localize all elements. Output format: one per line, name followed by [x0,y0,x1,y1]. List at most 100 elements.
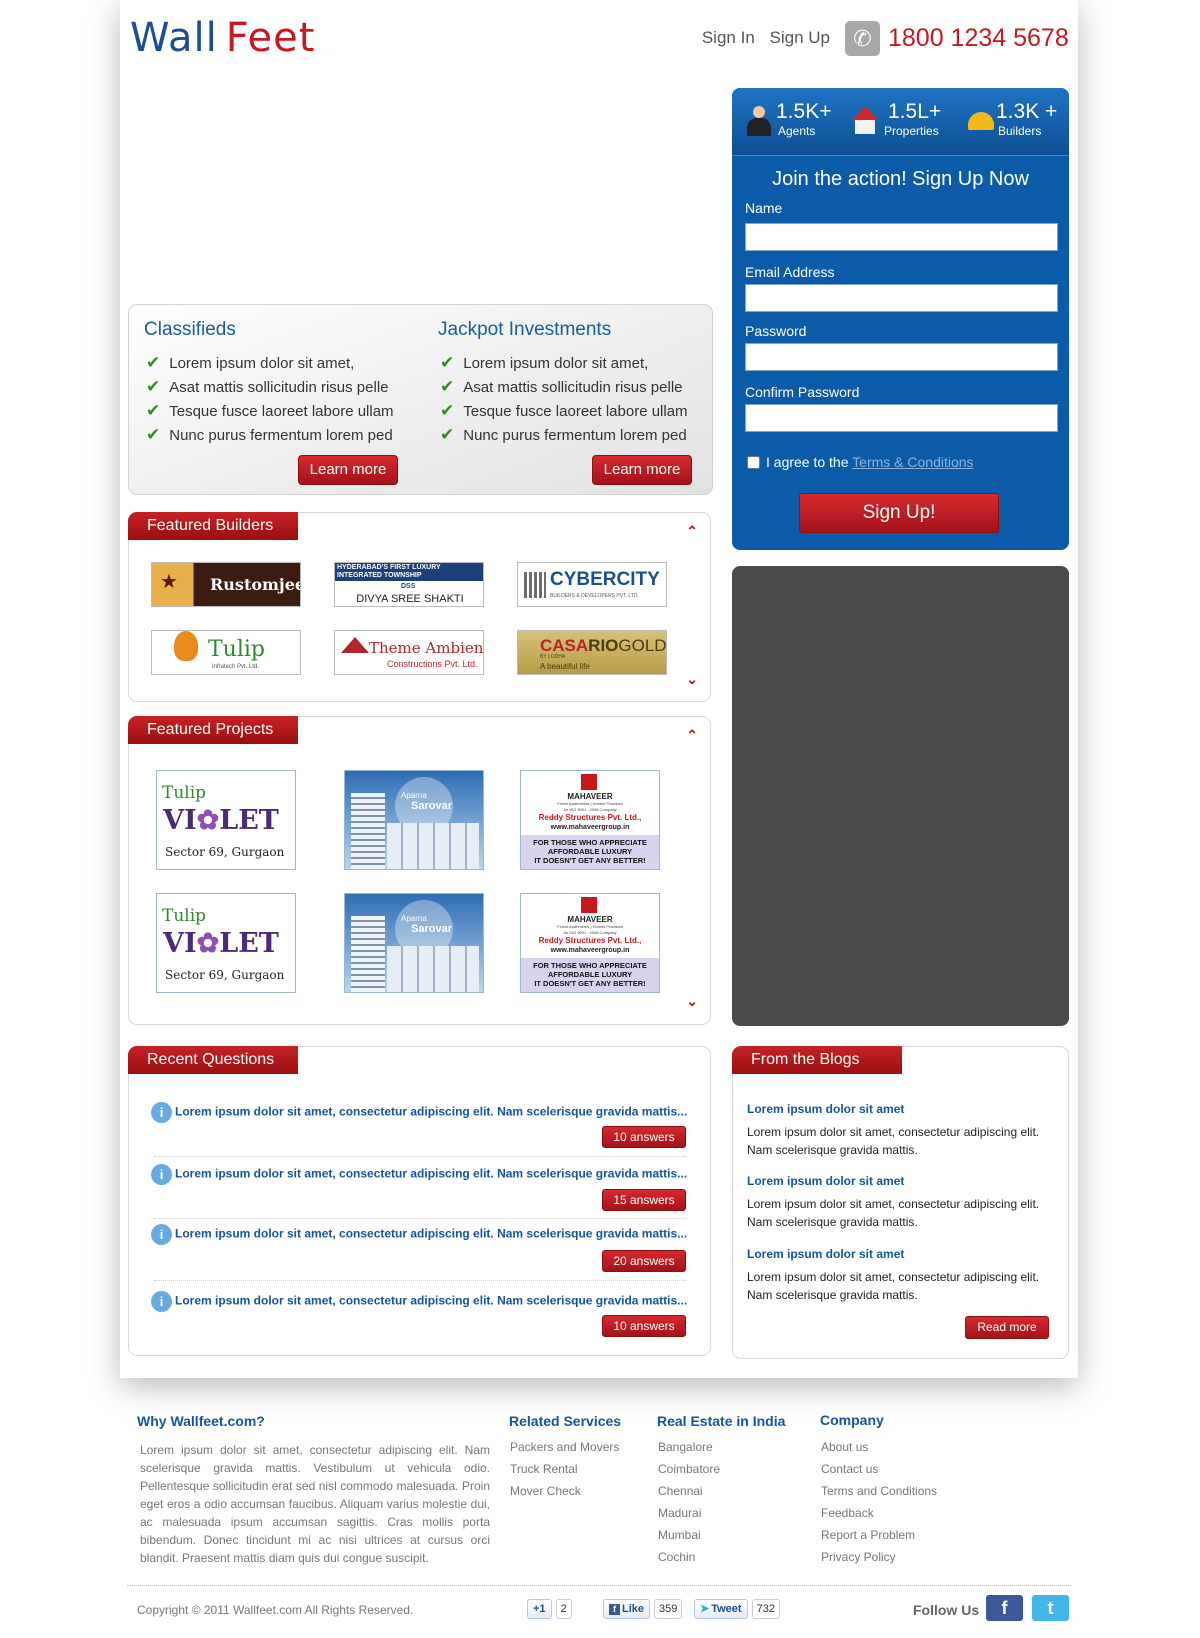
chevron-up-icon[interactable]: ⌃ [686,523,698,540]
info-bubble-icon: i [151,1164,172,1185]
stats-bar: 1.5K+ Agents 1.5L+ Properties 1.3K + Builde… [732,88,1069,156]
facebook-like[interactable]: f Like 359 [603,1599,683,1619]
tweet-share[interactable]: ➤ Tweet 732 [694,1599,780,1619]
builder-name: Rustomjee [210,575,301,594]
terms-checkbox[interactable] [747,456,760,469]
terms-link[interactable]: Terms & Conditions [852,454,973,470]
gplus-share[interactable]: +1 2 [527,1599,572,1619]
featured-projects-panel: Featured Projects ⌃ ⌄ Tulip VI✿LET Secto… [128,716,711,1025]
project-url: www.mahaveergroup.in [550,824,630,831]
page-container: Wall Feet Sign In Sign Up ✆ 1800 1234 567… [120,0,1078,1378]
chevron-down-icon[interactable]: ⌄ [686,671,698,688]
read-more-button[interactable]: Read more [965,1316,1049,1339]
hard-hat-icon [966,106,996,136]
footer-why-text: Lorem ipsum dolor sit amet, consectetur … [140,1443,490,1565]
footer-link[interactable]: Packers and Movers [510,1436,619,1458]
builder-logo-casa-rio-gold[interactable]: CASARIOGOLD BY LODHA A beautiful life [517,630,667,675]
project-company: Reddy Structures Pvt. Ltd., [538,813,642,822]
chevron-up-icon[interactable]: ⌃ [686,727,698,744]
footer-company-list: About us Contact us Terms and Conditions… [821,1436,937,1568]
confirm-password-field[interactable] [745,404,1058,432]
builder-logo-cybercity[interactable]: CYBERCITY BUILDERS & DEVELOPERS PVT. LTD… [517,562,667,607]
footer-related-title: Related Services [509,1413,622,1429]
phone-number: 1800 1234 5678 [888,24,1069,52]
sign-up-button[interactable]: Sign Up! [799,493,999,533]
list-item: Nunc purus fermentum lorem ped [440,423,688,447]
twitter-icon[interactable]: t [1032,1595,1069,1621]
answers-badge[interactable]: 10 answers [602,1126,686,1148]
answers-badge[interactable]: 10 answers [602,1315,686,1337]
tweet-count: 732 [751,1599,780,1619]
project-tile-mahaveer[interactable]: MAHAVEER Finest Apartments | Honest Prac… [520,770,660,870]
info-bubble-icon: i [151,1224,172,1245]
answers-badge[interactable]: 20 answers [602,1250,686,1272]
like-button[interactable]: f Like [603,1599,651,1619]
project-tile-aparna-sarovar[interactable]: Aparna Sarovar [344,770,484,870]
project-tile-tulip-violet[interactable]: Tulip VI✿LET Sector 69, Gurgaon [156,893,296,993]
footer-link[interactable]: Cochin [658,1546,720,1568]
gplus-button[interactable]: +1 [527,1599,552,1619]
footer-link[interactable]: Mumbai [658,1524,720,1546]
password-field[interactable] [745,343,1058,371]
project-slogan: FOR THOSE WHO APPRECIATE AFFORDABLE LUXUR… [521,835,659,869]
footer-link[interactable]: Contact us [821,1458,937,1480]
facebook-icon[interactable]: f [986,1595,1023,1621]
project-tile-aparna-sarovar[interactable]: Aparna Sarovar [344,893,484,993]
terms-agreement: I agree to the Terms & Conditions [766,454,974,470]
builder-logo-divya-sree[interactable]: HYDERABAD'S FIRST LUXURY INTEGRATED TOWNS… [334,562,484,607]
stat-agents: 1.5K+ Agents [776,100,831,138]
question-item[interactable]: i Lorem ipsum dolor sit amet, consectetur… [151,1291,691,1312]
question-item[interactable]: i Lorem ipsum dolor sit amet, consectetur… [151,1102,691,1123]
footer-link[interactable]: Madurai [658,1502,720,1524]
footer-divider [127,1585,1071,1586]
confirm-password-label: Confirm Password [745,384,860,400]
casa-text: CASA [540,636,589,655]
footer-link[interactable]: Feedback [821,1502,937,1524]
email-field[interactable] [745,284,1058,312]
question-item[interactable]: i Lorem ipsum dolor sit amet, consectetur… [151,1164,691,1185]
footer-link[interactable]: About us [821,1436,937,1458]
answers-badge[interactable]: 15 answers [602,1189,686,1211]
name-field[interactable] [745,223,1058,251]
chevron-down-icon[interactable]: ⌄ [686,993,698,1010]
flower-icon: ✿ [196,928,220,959]
sign-in-link[interactable]: Sign In [702,28,755,47]
logo-word-wall: Wall [130,15,218,61]
jackpot-learn-more-button[interactable]: Learn more [592,455,692,485]
builder-logo-theme-ambience[interactable]: Theme Ambience Constructions Pvt. Ltd. [334,630,484,675]
slogan-line: IT DOESN'T GET ANY BETTER! [534,856,646,865]
footer-link[interactable]: Chennai [658,1480,720,1502]
footer-link[interactable]: Mover Check [510,1480,619,1502]
question-item[interactable]: i Lorem ipsum dolor sit amet, consectetur… [151,1224,691,1245]
project-tile-tulip-violet[interactable]: Tulip VI✿LET Sector 69, Gurgaon [156,770,296,870]
builder-tagline: A beautiful life [540,662,590,671]
blog-title-link[interactable]: Lorem ipsum dolor sit amet [747,1102,904,1116]
builder-line1: HYDERABAD'S FIRST LUXURY [337,564,441,571]
blog-excerpt: Lorem ipsum dolor sit amet, consectetur … [747,1197,1040,1229]
list-item: Lorem ipsum dolor sit amet, [440,351,688,375]
footer-link[interactable]: Bangalore [658,1436,720,1458]
site-logo[interactable]: Wall Feet [130,18,315,58]
password-label: Password [745,323,807,339]
builder-logo-rustomjee[interactable]: ★ Rustomjee [151,562,301,607]
blogs-title: From the Blogs [732,1046,902,1074]
building-icon [524,572,546,598]
blog-title-link[interactable]: Lorem ipsum dolor sit amet [747,1247,904,1261]
blog-title-link[interactable]: Lorem ipsum dolor sit amet [747,1174,904,1188]
footer-link[interactable]: Privacy Policy [821,1546,937,1568]
blogs-panel: From the Blogs Lorem ipsum dolor sit ame… [732,1046,1069,1359]
figure-icon: ★ [160,571,178,593]
footer-company-title: Company [820,1412,884,1428]
footer-link[interactable]: Truck Rental [510,1458,619,1480]
project-tile-mahaveer[interactable]: MAHAVEER Finest Apartments | Honest Prac… [520,893,660,993]
footer-link[interactable]: Report a Problem [821,1524,937,1546]
classifieds-learn-more-button[interactable]: Learn more [298,455,398,485]
tweet-button[interactable]: ➤ Tweet [694,1599,748,1619]
gold-text: GOLD [618,636,667,655]
featured-builders-title: Featured Builders [128,512,298,540]
footer-link[interactable]: Coimbatore [658,1458,720,1480]
sign-up-link[interactable]: Sign Up [770,28,830,47]
builder-logo-tulip[interactable]: Tulip Infratech Pvt. Ltd. [151,630,301,675]
footer-link[interactable]: Terms and Conditions [821,1480,937,1502]
footer-related-list: Packers and Movers Truck Rental Mover Ch… [510,1436,619,1502]
